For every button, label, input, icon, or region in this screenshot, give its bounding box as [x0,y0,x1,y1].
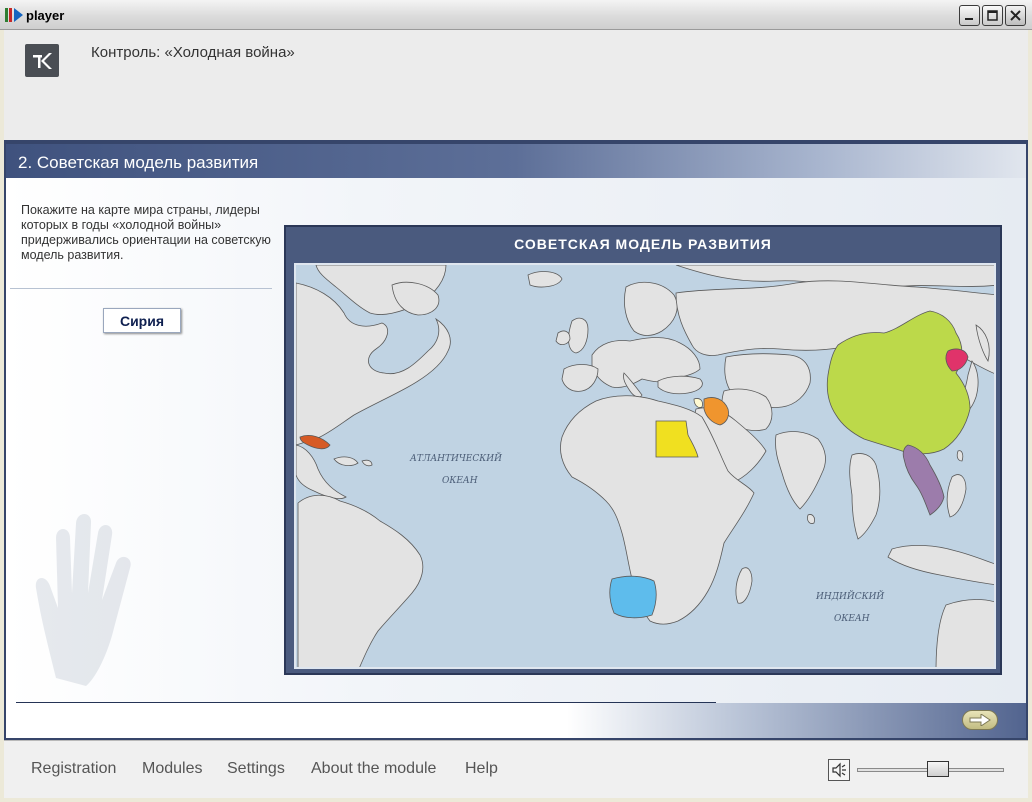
map-taiwan [956,450,964,462]
maximize-icon [987,10,998,21]
volume-slider-thumb[interactable] [926,761,949,777]
content-area: Покажите на карте мира страны, лидеры ко… [6,178,1026,738]
menu-help[interactable]: Help [465,760,498,778]
close-icon [1010,10,1021,21]
map-title: СОВЕТСКАЯ МОДЕЛЬ РАЗВИТИЯ [514,236,772,252]
footer-bar: Registration Modules Settings About the … [4,740,1028,798]
mute-button[interactable] [828,759,850,781]
map-turkey [657,375,703,395]
window-titlebar: player [0,0,1032,30]
minimize-button[interactable] [959,5,980,26]
window-title: player [26,8,65,23]
content-frame: 2. Советская модель развития Покажите на… [4,140,1028,740]
logo [25,44,59,77]
map-angola [609,575,657,619]
menu-registration[interactable]: Registration [31,760,116,778]
minimize-icon [965,18,973,20]
maximize-button[interactable] [982,5,1003,26]
map-ireland [555,330,571,345]
indian-label-line1: ИНДИЙСКИЙ [815,590,884,602]
close-button[interactable] [1005,5,1026,26]
task-instruction: Покажите на карте мира страны, лидеры ко… [21,203,271,262]
next-button[interactable] [962,710,998,730]
map-sri-lanka [807,514,815,524]
divider [10,288,272,289]
menu-settings[interactable]: Settings [227,760,285,778]
map-panel: СОВЕТСКАЯ МОДЕЛЬ РАЗВИТИЯ АТЛАНТИЧЕСКИЙ … [284,225,1002,675]
section-title: 2. Советская модель развития [18,153,259,172]
section-bar: 2. Советская модель развития [6,144,1026,178]
module-header: Контроль: «Холодная война» [4,30,1028,140]
answer-country-button[interactable]: Сирия [103,308,181,333]
atlantic-label-line1: АТЛАНТИЧЕСКИЙ [409,452,502,464]
logo-k-icon [33,53,52,69]
menu-about-module[interactable]: About the module [311,760,436,778]
menu-modules[interactable]: Modules [142,760,202,778]
map-australia-edge [935,599,994,667]
arrow-right-icon [969,714,991,726]
atlantic-label-line2: ОКЕАН [442,476,478,486]
module-title: Контроль: «Холодная война» [91,44,295,61]
indian-label-line2: ОКЕАН [834,614,870,624]
world-map[interactable]: АТЛАНТИЧЕСКИЙ ОКЕАН ИНДИЙСКИЙ ОКЕАН [294,263,996,669]
background-hand-image [35,514,131,686]
navigation-strip [6,703,1026,738]
speaker-icon [832,762,846,778]
app-icon [5,8,23,22]
